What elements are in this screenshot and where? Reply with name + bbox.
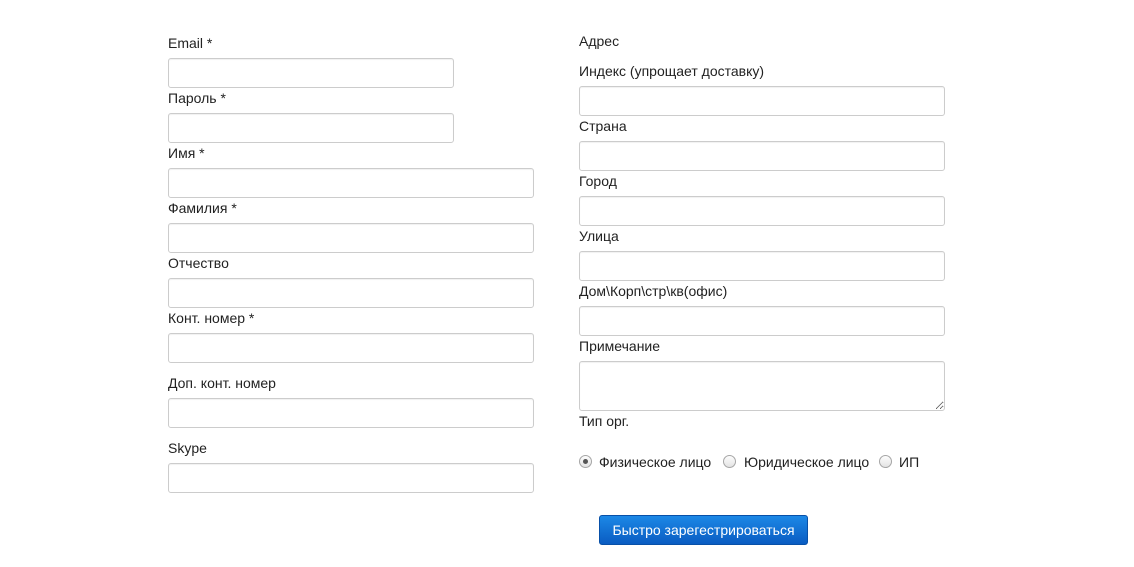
address-heading: Адрес	[579, 33, 620, 49]
note-textarea[interactable]	[579, 361, 945, 411]
radio-legal-entity[interactable]	[723, 455, 736, 468]
phone-label: Конт. номер *	[168, 310, 255, 326]
zip-field[interactable]	[579, 86, 945, 116]
password-label: Пароль *	[168, 90, 226, 106]
city-label: Город	[579, 173, 617, 189]
building-label: Дом\Корп\стр\кв(офис)	[579, 283, 728, 299]
extra-phone-field[interactable]	[168, 398, 534, 428]
radio-legal-entity-label[interactable]: Юридическое лицо	[744, 454, 869, 470]
patronymic-label: Отчество	[168, 255, 229, 271]
extra-phone-label: Доп. конт. номер	[168, 375, 276, 391]
org-type-label: Тип орг.	[579, 413, 630, 429]
radio-individual[interactable]	[579, 455, 592, 468]
building-field[interactable]	[579, 306, 945, 336]
first-name-label: Имя *	[168, 145, 205, 161]
email-field[interactable]	[168, 58, 454, 88]
last-name-field[interactable]	[168, 223, 534, 253]
registration-form: Email * Пароль * Имя * Фамилия * Отчеств…	[0, 0, 1134, 567]
radio-individual-label[interactable]: Физическое лицо	[599, 454, 711, 470]
street-label: Улица	[579, 228, 619, 244]
skype-field[interactable]	[168, 463, 534, 493]
note-label: Примечание	[579, 338, 661, 354]
first-name-field[interactable]	[168, 168, 534, 198]
password-field[interactable]	[168, 113, 454, 143]
zip-label: Индекс (упрощает доставку)	[579, 63, 765, 79]
quick-register-button[interactable]: Быстро зарегестрироваться	[599, 515, 808, 545]
radio-ip-label[interactable]: ИП	[899, 454, 919, 470]
email-label: Email *	[168, 35, 213, 51]
phone-field[interactable]	[168, 333, 534, 363]
country-label: Страна	[579, 118, 627, 134]
radio-ip[interactable]	[879, 455, 892, 468]
patronymic-field[interactable]	[168, 278, 534, 308]
street-field[interactable]	[579, 251, 945, 281]
last-name-label: Фамилия *	[168, 200, 237, 216]
city-field[interactable]	[579, 196, 945, 226]
skype-label: Skype	[168, 440, 207, 456]
country-field[interactable]	[579, 141, 945, 171]
